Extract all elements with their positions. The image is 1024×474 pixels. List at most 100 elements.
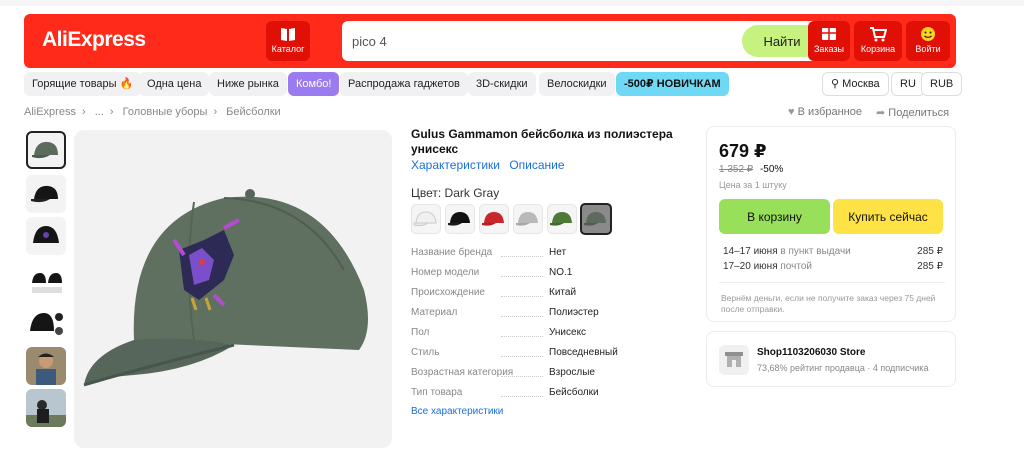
spec-key: Стиль — [411, 347, 440, 358]
spec-key: Название бренда — [411, 247, 493, 258]
category-pill-combo[interactable]: Комбо! — [288, 72, 340, 96]
cart-button[interactable]: Корзина — [854, 21, 902, 61]
cap-thumbnail-image — [32, 141, 58, 159]
product-main-image[interactable] — [74, 130, 392, 448]
location-city: Москва — [842, 78, 880, 90]
spec-row: Тип товара Бейсболки — [411, 387, 691, 401]
buy-box: 679 ₽ 1 352 ₽ -50% Цена за 1 штуку В кор… — [706, 126, 956, 322]
spec-row: Название бренда Нет — [411, 247, 691, 261]
color-swatch-red[interactable] — [479, 204, 509, 234]
catalog-button[interactable]: Каталог — [266, 21, 310, 61]
favorite-button[interactable]: ♥ В избранное — [788, 106, 862, 118]
language-button[interactable]: RU — [891, 72, 925, 96]
location-pin-icon: ⚲ — [831, 78, 840, 90]
cap-swatch-image — [550, 212, 572, 226]
category-pill[interactable]: Велоскидки — [539, 72, 615, 96]
description-link[interactable]: Описание — [509, 158, 564, 172]
favorite-label: В избранное — [797, 106, 862, 118]
cap-thumbnail-image — [26, 347, 66, 385]
shipping-cost: 285 ₽ — [917, 261, 943, 272]
spec-row: Стиль Повседневный — [411, 347, 691, 361]
cap-swatch-image — [413, 211, 437, 227]
spec-key: Тип товара — [411, 387, 463, 398]
color-swatch-light-gray[interactable] — [513, 204, 543, 234]
search-box: Найти — [342, 21, 826, 61]
share-button[interactable]: ➦ Поделиться — [876, 106, 949, 119]
box-icon — [822, 28, 836, 40]
thumbnail-black-cap-front[interactable] — [26, 217, 66, 255]
category-pill[interactable]: Горящие товары 🔥 — [24, 72, 142, 96]
product-title: Gulus Gammamon бейсболка из полиэстера у… — [411, 127, 673, 156]
thumbnail-cap-detail[interactable] — [26, 305, 66, 343]
store-icon — [719, 345, 749, 375]
cart-icon — [870, 27, 887, 42]
money-back-guarantee: Вернём деньги, если не получите заказ че… — [721, 293, 936, 314]
catalog-label: Каталог — [271, 44, 305, 54]
currency-button[interactable]: RUB — [921, 72, 963, 96]
orders-button[interactable]: Заказы — [808, 21, 850, 61]
old-price-line: 1 352 ₽ -50% — [719, 164, 783, 175]
spec-row: Происхождение Китай — [411, 287, 691, 301]
thumbnail-black-cap[interactable] — [26, 175, 66, 213]
specs-link[interactable]: Характеристики — [411, 158, 500, 172]
shipping-method: почтой — [780, 261, 812, 272]
search-input[interactable] — [352, 31, 732, 51]
cap-swatch-image — [448, 212, 470, 226]
location-button[interactable]: ⚲ Москва — [822, 72, 889, 96]
book-icon — [281, 28, 295, 41]
shipping-dates: 17–20 июня — [723, 261, 778, 272]
store-card[interactable]: Shop1103206030 Store 73,68% рейтинг прод… — [706, 331, 956, 387]
thumbnail-model-outdoor[interactable] — [26, 389, 66, 427]
chevron-right-icon: › — [213, 106, 218, 118]
spec-divider — [501, 276, 543, 277]
cap-thumbnail-image — [26, 305, 66, 343]
login-button[interactable]: Войти — [906, 21, 950, 61]
color-swatch-green[interactable] — [547, 204, 577, 234]
color-swatch-dark-gray[interactable] — [580, 203, 612, 235]
shipping-option[interactable]: 17–20 июня почтой 285 ₽ — [723, 261, 943, 272]
spec-key: Материал — [411, 307, 458, 318]
spec-value: Бейсболки — [549, 387, 599, 398]
cart-label: Корзина — [860, 44, 896, 54]
breadcrumb-item[interactable]: ... — [95, 106, 104, 118]
cap-thumbnail-image — [26, 261, 66, 299]
thumbnail-model-photo[interactable] — [26, 347, 66, 385]
cap-thumbnail-image — [33, 226, 59, 243]
color-swatch-white[interactable] — [411, 204, 441, 234]
category-pill[interactable]: Одна цена — [139, 72, 210, 96]
category-pill[interactable]: Ниже рынка — [209, 72, 287, 96]
spec-value: Полиэстер — [549, 307, 599, 318]
breadcrumb-item[interactable]: AliExpress — [24, 106, 76, 118]
color-label: Цвет: Dark Gray — [411, 186, 500, 200]
price: 679 ₽ — [719, 141, 767, 161]
spec-row: Номер модели NO.1 — [411, 267, 691, 281]
all-specs-link[interactable]: Все характеристики — [411, 406, 503, 417]
thumbnail-size-chart[interactable] — [26, 261, 66, 299]
spec-row: Материал Полиэстер — [411, 307, 691, 321]
breadcrumb-item[interactable]: Головные уборы — [123, 106, 208, 118]
breadcrumb-item[interactable]: Бейсболки — [226, 106, 281, 118]
spec-key: Номер модели — [411, 267, 480, 278]
share-icon: ➦ — [876, 107, 886, 119]
cap-thumbnail-image — [31, 185, 58, 203]
category-pill[interactable]: 3D-скидки — [468, 72, 536, 96]
spec-divider — [501, 316, 543, 317]
spec-value: Унисекс — [549, 327, 587, 338]
thumbnail-gray-cap[interactable] — [26, 131, 66, 169]
category-pill-newbie[interactable]: -500₽ НОВИЧКАМ — [616, 72, 729, 96]
spec-key: Возрастная категория — [411, 367, 514, 378]
color-swatch-black[interactable] — [445, 204, 475, 234]
category-pill[interactable]: Распродажа гаджетов — [340, 72, 468, 96]
aliexpress-logo[interactable]: AliExpress — [42, 28, 146, 52]
gray-cap-image — [83, 189, 368, 387]
store-name[interactable]: Shop1103206030 Store — [757, 347, 865, 358]
shipping-option[interactable]: 14–17 июня в пункт выдачи 285 ₽ — [723, 246, 943, 257]
spec-value: Нет — [549, 247, 567, 258]
add-to-cart-button[interactable]: В корзину — [719, 199, 830, 234]
spec-row: Пол Унисекс — [411, 327, 691, 341]
login-label: Войти — [915, 44, 941, 54]
buy-now-button[interactable]: Купить сейчас — [833, 199, 943, 234]
store-rating: 73,68% рейтинг продавца · 4 подписчика — [757, 363, 929, 373]
spec-divider — [501, 396, 543, 397]
chevron-right-icon: › — [109, 106, 114, 118]
